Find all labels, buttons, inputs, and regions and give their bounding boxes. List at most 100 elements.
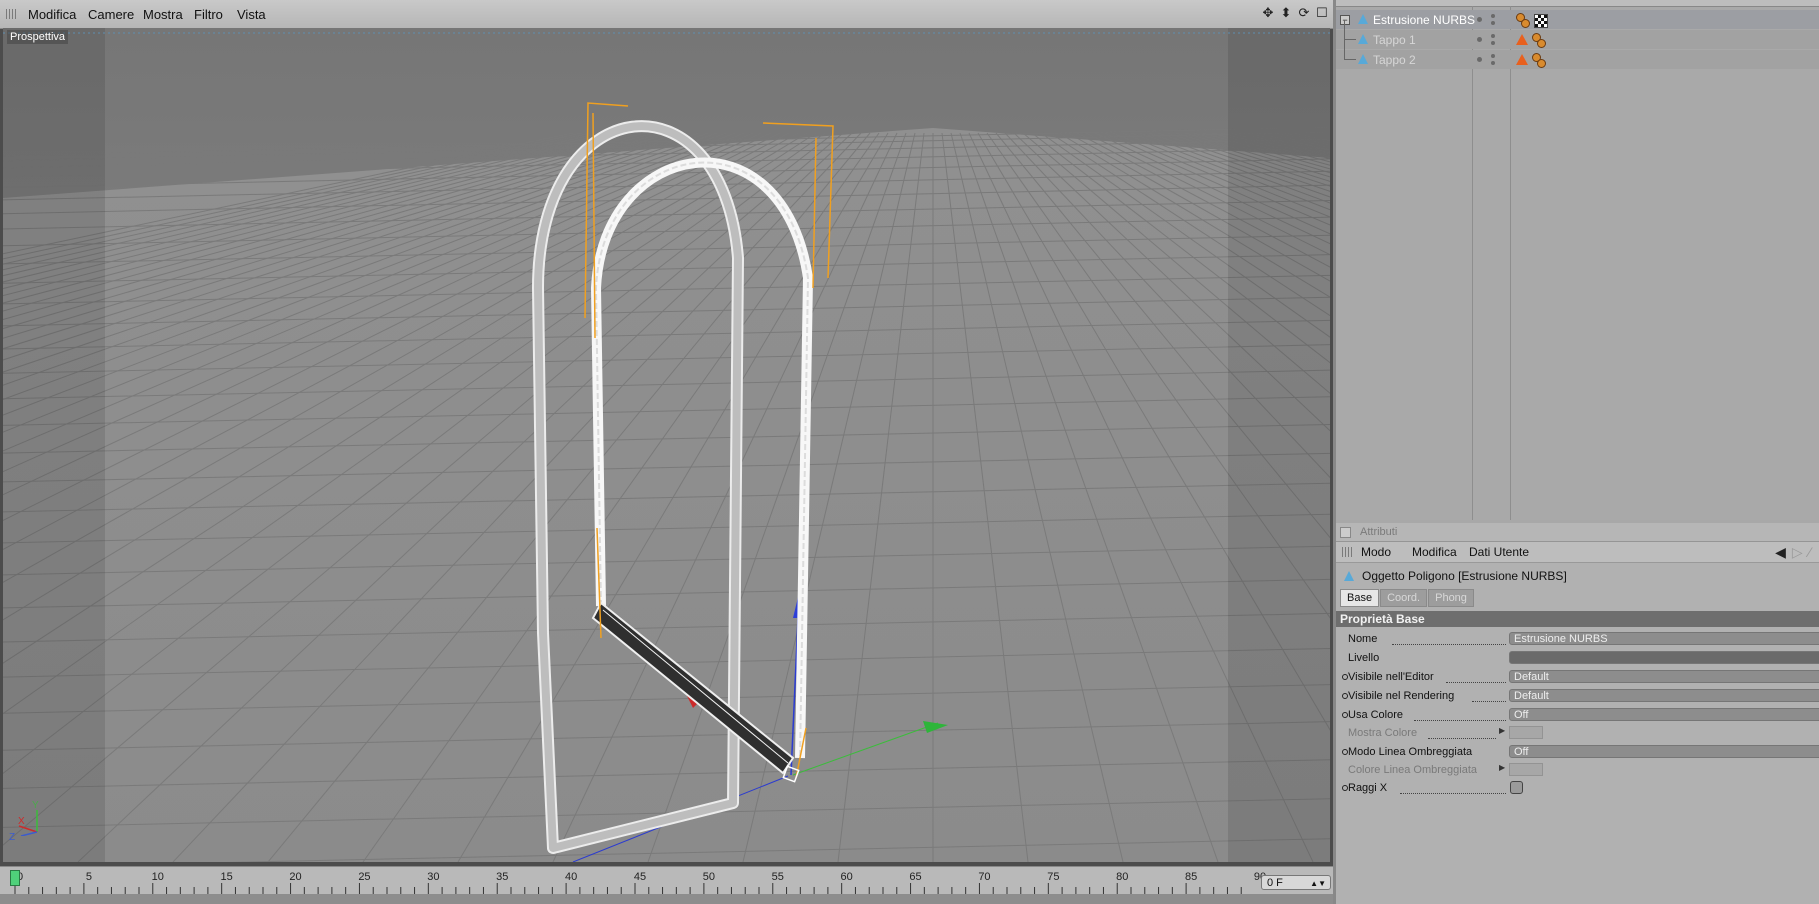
object-manager-menubar bbox=[1336, 0, 1819, 7]
current-frame-field[interactable]: 0 F ▲▼ bbox=[1261, 875, 1331, 890]
attributes-title: Attributi bbox=[1360, 526, 1398, 538]
texture-tag-icon[interactable] bbox=[1534, 14, 1548, 28]
timeline-playhead[interactable] bbox=[10, 870, 20, 886]
current-frame-value: 0 F bbox=[1267, 877, 1283, 889]
prop-label: Nome bbox=[1348, 633, 1380, 645]
prop-visibile-rendering: Visibile nel Rendering Default bbox=[1336, 688, 1819, 705]
section-header: Proprietà Base bbox=[1336, 611, 1819, 627]
timeline-tick-label: 40 bbox=[564, 871, 578, 883]
timeline-tick-label: 30 bbox=[427, 871, 440, 883]
editor-visibility-dot[interactable] bbox=[1477, 17, 1482, 22]
view-label: Prospettiva bbox=[7, 30, 69, 44]
render-visibility-dot[interactable] bbox=[1491, 34, 1495, 38]
object-row-estrusione[interactable]: − Estrusione NURBS bbox=[1336, 10, 1819, 29]
name-field[interactable]: Estrusione NURBS bbox=[1509, 632, 1819, 645]
timeline-tick-label: 20 bbox=[289, 871, 302, 883]
menu-mostra[interactable]: Mostra bbox=[143, 7, 183, 22]
menu-modo[interactable]: Modo bbox=[1361, 545, 1391, 559]
render-visibility-dot-2[interactable] bbox=[1491, 21, 1495, 25]
dolly-view-icon[interactable]: ⬍ bbox=[1279, 6, 1293, 20]
object-row-tappo-1[interactable]: Tappo 1 bbox=[1336, 20, 1819, 49]
shaded-line-color-swatch[interactable] bbox=[1509, 763, 1543, 776]
collapse-icon[interactable]: − bbox=[1340, 15, 1350, 25]
timeline-tick-marks bbox=[14, 883, 1242, 894]
tab-coord[interactable]: Coord. bbox=[1380, 589, 1428, 607]
polygon-object-icon bbox=[1358, 14, 1368, 24]
timeline-tick-label: 60 bbox=[840, 871, 853, 883]
frame-stepper-icon[interactable]: ▲▼ bbox=[1310, 876, 1326, 891]
visible-editor-select[interactable]: Default bbox=[1509, 670, 1819, 683]
material-tag-icon[interactable] bbox=[1532, 53, 1546, 68]
prop-label: Usa Colore bbox=[1348, 709, 1406, 721]
history-navigation: ◀ ▷ ⁄ bbox=[1769, 544, 1811, 561]
move-view-icon[interactable]: ✥ bbox=[1261, 6, 1275, 20]
right-panel: − Estrusione NURBS Tappo 1 Tappo bbox=[1333, 0, 1819, 904]
axis-gizmo-icon bbox=[18, 810, 38, 836]
timeline[interactable]: 0 5 10 15 20 25 30 35 40 45 50 55 60 65 70 75 80 85 90 0 F… bbox=[0, 866, 1333, 895]
use-color-select[interactable]: Off bbox=[1509, 708, 1819, 721]
object-name[interactable]: Estrusione NURBS bbox=[1373, 13, 1475, 27]
ground-plane bbox=[3, 128, 1330, 862]
panel-lock-checkbox[interactable] bbox=[1340, 527, 1351, 538]
object-name[interactable]: Tappo 2 bbox=[1373, 53, 1416, 67]
prop-nome: Nome Estrusione NURBS bbox=[1336, 631, 1819, 648]
timeline-tick-label: 45 bbox=[633, 871, 647, 883]
prop-label: Mostra Colore bbox=[1348, 727, 1420, 739]
attributes-menubar: Modo Modifica Dati Utente ◀ ▷ ⁄ bbox=[1336, 542, 1819, 563]
prop-label: Raggi X bbox=[1348, 782, 1390, 794]
timeline-tick-label: 70 bbox=[978, 871, 991, 883]
phong-warning-tag-icon[interactable] bbox=[1516, 34, 1528, 45]
menu-vista[interactable]: Vista bbox=[237, 7, 266, 22]
section-title: Proprietà Base bbox=[1340, 612, 1425, 626]
menu-camere[interactable]: Camere bbox=[88, 7, 134, 22]
timeline-tick-label: 50 bbox=[702, 871, 715, 883]
grip-icon[interactable] bbox=[1342, 547, 1354, 557]
editor-visibility-dot[interactable] bbox=[1477, 57, 1482, 62]
display-color-swatch[interactable] bbox=[1509, 726, 1543, 739]
prop-visibile-editor: Visibile nell'Editor Default bbox=[1336, 669, 1819, 686]
shaded-line-mode-select[interactable]: Off bbox=[1509, 745, 1819, 758]
timeline-tick-label: 35 bbox=[496, 871, 509, 883]
layer-field[interactable] bbox=[1509, 651, 1819, 664]
tab-phong[interactable]: Phong bbox=[1428, 589, 1474, 607]
forward-arrow-icon[interactable]: ▷ bbox=[1792, 544, 1803, 560]
xray-checkbox[interactable] bbox=[1510, 781, 1523, 794]
render-visibility-dot[interactable] bbox=[1491, 54, 1495, 58]
tab-base[interactable]: Base bbox=[1340, 589, 1380, 607]
column-divider bbox=[1472, 6, 1473, 520]
expand-arrow-icon[interactable]: ▶ bbox=[1499, 726, 1505, 735]
object-header-label: Oggetto Poligono [Estrusione NURBS] bbox=[1362, 569, 1567, 583]
menu-dati-utente[interactable]: Dati Utente bbox=[1469, 545, 1529, 559]
object-manager: − Estrusione NURBS Tappo 1 Tappo bbox=[1336, 0, 1819, 520]
object-name[interactable]: Tappo 1 bbox=[1373, 33, 1416, 47]
view-navigation: ✥ ⬍ ⟳ ☐ bbox=[1261, 6, 1329, 20]
prop-raggi-x: Raggi X bbox=[1336, 780, 1819, 797]
phong-warning-tag-icon[interactable] bbox=[1516, 54, 1528, 65]
prop-colore-linea: Colore Linea Ombreggiata ▶ bbox=[1336, 762, 1819, 779]
object-row-tappo-2[interactable]: Tappo 2 bbox=[1336, 40, 1819, 69]
perspective-view[interactable]: Prospettiva Y X Z bbox=[3, 28, 1330, 862]
render-visibility-dot-2[interactable] bbox=[1491, 41, 1495, 45]
menu-filtro[interactable]: Filtro bbox=[194, 7, 223, 22]
prop-modo-linea: Modo Linea Ombreggiata Off bbox=[1336, 744, 1819, 761]
render-visibility-dot-2[interactable] bbox=[1491, 61, 1495, 65]
material-tag-icon[interactable] bbox=[1532, 33, 1546, 48]
expand-arrow-icon[interactable]: ▶ bbox=[1499, 763, 1505, 772]
back-arrow-icon[interactable]: ◀ bbox=[1775, 544, 1786, 560]
material-tag-icon[interactable] bbox=[1516, 13, 1530, 28]
timeline-ruler[interactable]: 0 5 10 15 20 25 30 35 40 45 50 55 60 65 70 75 80 85 90 bbox=[10, 867, 1266, 895]
menu-modifica[interactable]: Modifica bbox=[28, 7, 76, 22]
prop-label: Visibile nel Rendering bbox=[1348, 690, 1457, 702]
menu-modifica[interactable]: Modifica bbox=[1412, 545, 1457, 559]
timeline-tick-label: 5 bbox=[85, 871, 92, 883]
rotate-view-icon[interactable]: ⟳ bbox=[1297, 6, 1311, 20]
visible-render-select[interactable]: Default bbox=[1509, 689, 1819, 702]
grip-icon[interactable] bbox=[6, 9, 18, 19]
timeline-tick-label: 10 bbox=[151, 871, 164, 883]
viewport-menubar: Modifica Camere Mostra Filtro Vista ✥ ⬍ … bbox=[0, 0, 1333, 29]
editor-visibility-dot[interactable] bbox=[1477, 37, 1482, 42]
maximize-view-icon[interactable]: ☐ bbox=[1315, 6, 1329, 20]
render-visibility-dot[interactable] bbox=[1491, 14, 1495, 18]
bottom-toolbar bbox=[0, 894, 1333, 904]
up-arrow-icon[interactable]: ⁄ bbox=[1809, 544, 1811, 560]
